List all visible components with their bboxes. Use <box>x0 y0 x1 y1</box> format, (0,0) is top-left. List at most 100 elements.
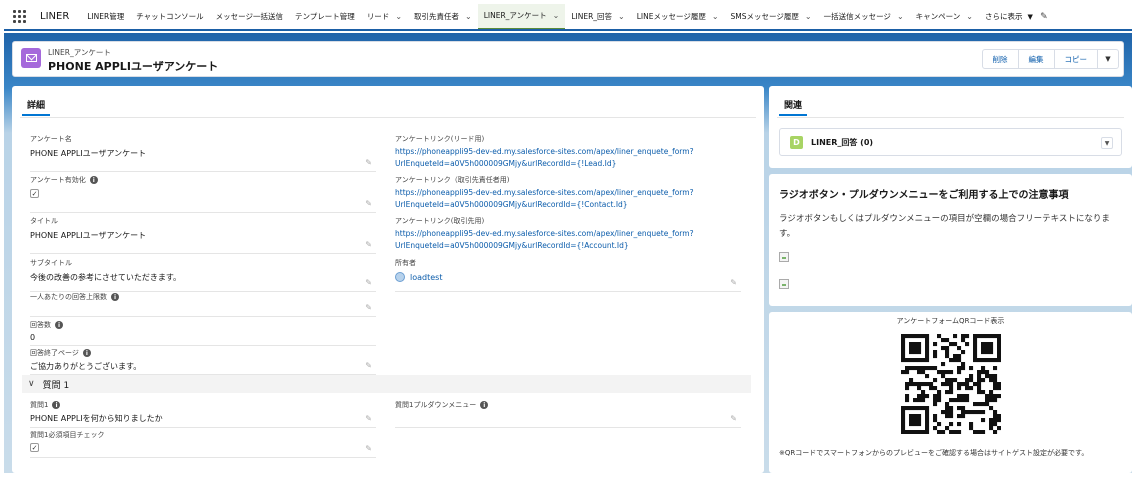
qr-module <box>949 430 954 434</box>
qr-module <box>913 366 918 371</box>
qr-module <box>973 342 978 347</box>
pencil-icon[interactable]: ✎ <box>730 414 737 423</box>
qr-module <box>929 366 934 371</box>
info-icon[interactable]: i <box>480 401 489 409</box>
pencil-icon[interactable]: ✎ <box>365 444 372 453</box>
qr-module <box>921 370 926 375</box>
qr-module <box>997 334 1001 339</box>
pencil-icon[interactable]: ✎ <box>365 278 372 287</box>
field-label: 一人あたりの回答上限数 <box>30 293 107 301</box>
survey-link-contact[interactable]: https://phoneappli95-dev-ed.my.salesforc… <box>395 187 741 211</box>
qr-module <box>937 430 942 434</box>
nav-more-button[interactable]: さらに表示 ▼ <box>979 4 1037 29</box>
qr-module <box>917 414 922 419</box>
related-list-answers[interactable]: D LINER_回答 (0) ▼ <box>779 128 1122 156</box>
qr-module <box>921 390 926 395</box>
chevron-down-icon[interactable]: ⌄ <box>553 11 560 20</box>
edit-nav-icon[interactable]: ✎ <box>1037 4 1051 29</box>
caret-down-icon[interactable]: ▼ <box>1101 137 1113 149</box>
qr-module <box>937 390 942 395</box>
chevron-down-icon[interactable]: ⌄ <box>897 12 904 21</box>
nav-tab-6[interactable]: LINER_アンケート ⌄ <box>477 4 566 29</box>
info-icon[interactable]: i <box>55 321 63 329</box>
delete-button[interactable]: 削除 <box>981 49 1019 69</box>
qr-module <box>961 334 966 339</box>
nav-tab-11[interactable]: キャンペーン ⌄ <box>910 4 979 29</box>
pencil-icon[interactable]: ✎ <box>365 303 372 312</box>
qr-module <box>949 406 954 411</box>
qr-module <box>953 358 958 363</box>
qr-module <box>997 418 1001 423</box>
survey-link-lead[interactable]: https://phoneappli95-dev-ed.my.salesforc… <box>395 146 741 170</box>
qr-module <box>997 382 1001 387</box>
caret-down-icon: ▼ <box>1105 55 1111 63</box>
qr-module <box>933 342 938 347</box>
field-value: ご協力ありがとうございます。 <box>30 362 142 371</box>
nav-tab-10[interactable]: 一括送信メッセージ ⌄ <box>818 4 910 29</box>
pencil-icon[interactable]: ✎ <box>365 158 372 167</box>
qr-module <box>945 338 950 343</box>
qr-module <box>969 374 974 379</box>
chevron-down-icon[interactable]: ⌄ <box>966 12 973 21</box>
qr-module <box>933 402 938 407</box>
nav-tab-7[interactable]: LINER_回答 ⌄ <box>565 4 630 29</box>
field-label: 回答数 <box>30 321 51 329</box>
copy-button[interactable]: コピー <box>1053 49 1098 69</box>
qr-module <box>997 386 1001 391</box>
qr-module <box>913 342 918 347</box>
nav-tab-8[interactable]: LINEメッセージ履歴 ⌄ <box>631 4 725 29</box>
qr-module <box>949 398 954 403</box>
pencil-icon[interactable]: ✎ <box>730 278 737 287</box>
chevron-down-icon[interactable]: ⌄ <box>465 12 472 21</box>
pencil-icon[interactable]: ✎ <box>365 199 372 208</box>
field-value: 今後の改善の参考にさせていただきます。 <box>30 273 182 282</box>
qr-module <box>949 422 954 427</box>
info-icon[interactable]: i <box>89 176 98 184</box>
qr-module <box>965 378 970 383</box>
qr-module <box>917 366 922 371</box>
nav-tab-2[interactable]: メッセージ一括送信 <box>210 4 289 29</box>
nav-tab-3[interactable]: テンプレート管理 <box>289 4 361 29</box>
app-name: LINER <box>40 11 70 22</box>
chevron-down-icon[interactable]: ⌄ <box>805 12 812 21</box>
qr-module <box>913 346 918 351</box>
tab-related[interactable]: 関連 <box>779 94 808 116</box>
action-button-group: 削除 編集 コピー ▼ <box>981 49 1119 69</box>
pencil-icon[interactable]: ✎ <box>365 240 372 249</box>
nav-tab-5[interactable]: 取引先責任者 ⌄ <box>408 4 478 29</box>
field-question-1-required: 質問1必須項目チェック ✓ ✎ <box>30 430 376 458</box>
qr-module <box>989 426 994 431</box>
chevron-down-icon[interactable]: ⌄ <box>712 12 719 21</box>
more-actions-button[interactable]: ▼ <box>1097 49 1119 69</box>
detail-panel: 詳細 アンケート名 PHONE APPLIユーザアンケート ✎ アンケート有効化… <box>12 86 764 473</box>
qr-module <box>977 378 982 383</box>
nav-tab-label: LINER_アンケート <box>483 11 547 20</box>
qr-module <box>989 346 994 351</box>
nav-tab-label: キャンペーン <box>915 12 961 21</box>
info-icon[interactable]: i <box>82 349 91 357</box>
qr-module <box>913 430 918 434</box>
section-question-1[interactable]: ∨ 質問 1 <box>22 375 751 393</box>
owner-link[interactable]: loadtest <box>410 273 442 282</box>
qr-module <box>925 358 930 363</box>
pencil-icon[interactable]: ✎ <box>365 361 372 370</box>
qr-module <box>993 410 998 415</box>
app-launcher-icon[interactable] <box>4 4 34 29</box>
qr-module <box>985 358 990 363</box>
edit-button[interactable]: 編集 <box>1017 49 1055 69</box>
chevron-down-icon[interactable]: ⌄ <box>395 12 402 21</box>
chevron-down-icon[interactable]: ⌄ <box>618 12 625 21</box>
qr-module <box>925 338 930 343</box>
qr-module <box>913 406 918 411</box>
qr-module <box>981 378 986 383</box>
nav-tab-9[interactable]: SMSメッセージ履歴 ⌄ <box>725 4 818 29</box>
pencil-icon[interactable]: ✎ <box>365 414 372 423</box>
survey-link-account[interactable]: https://phoneappli95-dev-ed.my.salesforc… <box>395 228 741 252</box>
tab-detail[interactable]: 詳細 <box>22 94 51 116</box>
nav-tab-4[interactable]: リード ⌄ <box>361 4 408 29</box>
related-list-title[interactable]: LINER_回答 (0) <box>811 137 873 148</box>
nav-tab-1[interactable]: チャットコンソール <box>130 4 209 29</box>
info-icon[interactable]: i <box>52 401 61 409</box>
nav-tab-0[interactable]: LINER管理 <box>81 4 130 29</box>
info-icon[interactable]: i <box>111 293 119 301</box>
